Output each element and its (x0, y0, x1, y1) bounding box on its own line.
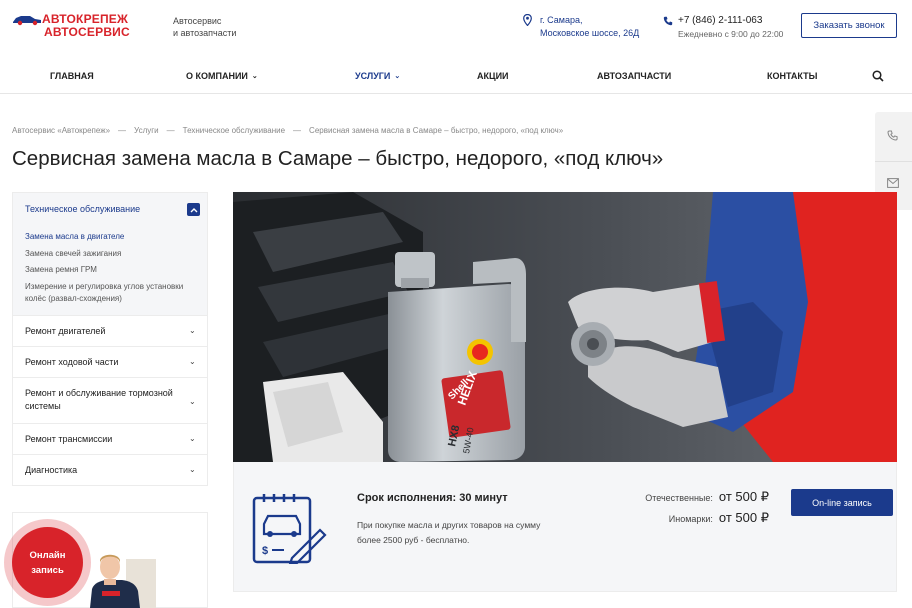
mechanic-oil-change-illustration: Shell HELIX HX8 5W-40 (233, 192, 897, 462)
breadcrumb-separator: — (293, 126, 302, 135)
working-hours: Ежедневно с 9:00 до 22:00 (678, 29, 784, 39)
nav-item-services[interactable]: УСЛУГИ ⌄ (355, 71, 400, 81)
page-title: Сервисная замена масла в Самаре – быстро… (12, 147, 664, 170)
callback-button[interactable]: Заказать звонок (801, 13, 897, 38)
divider (875, 161, 912, 162)
online-booking-button[interactable]: On-line запись (791, 489, 893, 516)
consultant-photo (90, 554, 156, 608)
sidebar-item-label: Ремонт трансмиссии (25, 433, 113, 444)
logo-line-2: АВТОСЕРВИС (44, 25, 130, 39)
main-nav: ГЛАВНАЯ О КОМПАНИИ ⌄ УСЛУГИ ⌄ АКЦИИ АВТОЗА… (0, 60, 912, 94)
nav-item-contacts[interactable]: КОНТАКТЫ (767, 71, 817, 81)
phone-icon (663, 16, 673, 26)
price-label: Иномарки: (668, 514, 713, 524)
mail-icon[interactable] (887, 178, 899, 188)
online-booking-badge[interactable]: Онлайн запись (4, 519, 91, 606)
breadcrumb-current: Сервисная замена масла в Самаре – быстро… (309, 126, 564, 135)
sidebar-item-brake-service[interactable]: Ремонт и обслуживание тормозной системы … (12, 377, 208, 424)
sidebar-item-diagnostics[interactable]: Диагностика ⌄ (12, 454, 208, 486)
tagline: Автосервис и автозапчасти (173, 15, 236, 39)
free-service-note: При покупке масла и других товаров на су… (357, 520, 541, 545)
sidebar-menu: Техническое обслуживание Замена масла в … (12, 192, 208, 486)
chevron-down-icon: ⌄ (189, 356, 196, 366)
collapse-toggle[interactable] (187, 203, 200, 216)
sidebar-section-label: Техническое обслуживание (25, 204, 141, 214)
tagline-line-1: Автосервис (173, 16, 222, 26)
search-icon[interactable] (872, 70, 884, 82)
sidebar-submenu: Замена масла в двигателе Замена свечей з… (12, 225, 208, 316)
phone-call-icon[interactable] (887, 130, 899, 142)
chevron-down-icon: ⌄ (251, 73, 258, 80)
nav-item-label: О КОМПАНИИ (186, 71, 248, 81)
chevron-up-icon (190, 207, 197, 212)
chevron-down-icon: ⌄ (394, 73, 401, 80)
price-value: от 500 ₽ (718, 510, 769, 525)
logo[interactable]: АВТОКРЕПЕЖ АВТОСЕРВИС (12, 12, 130, 40)
address[interactable]: г. Самара, Московское шоссе, 26Д (523, 14, 640, 40)
address-line-2: Московское шоссе, 26Д (540, 28, 640, 38)
sidebar-item-label: Ремонт и обслуживание тормозной системы (25, 388, 173, 411)
chevron-down-icon: ⌄ (189, 464, 196, 474)
breadcrumb-item[interactable]: Автосервис «Автокрепеж» (12, 126, 110, 135)
sidebar-item-engine-repair[interactable]: Ремонт двигателей ⌄ (12, 315, 208, 347)
service-info-panel: $ Срок исполнения: 30 минут При покупке … (233, 462, 897, 592)
hero-image: Shell HELIX HX8 5W-40 (233, 192, 897, 462)
nav-item-parts[interactable]: АВТОЗАПЧАСТИ (597, 71, 671, 81)
chevron-down-icon: ⌄ (189, 433, 196, 443)
submenu-item-oil-change[interactable]: Замена масла в двигателе (25, 231, 195, 243)
breadcrumb-separator: — (118, 126, 127, 135)
breadcrumb: Автосервис «Автокрепеж» — Услуги — Техническ… (12, 126, 563, 135)
sidebar-item-label: Ремонт ходовой части (25, 356, 119, 367)
nav-item-label: УСЛУГИ (355, 71, 391, 81)
submenu-item-wheel-alignment[interactable]: Измерение и регулировка углов установки … (25, 281, 195, 305)
chevron-down-icon: ⌄ (189, 325, 196, 335)
dollar-sign-glyph: $ (262, 545, 268, 557)
submenu-item-spark-plugs[interactable]: Замена свечей зажигания (25, 248, 195, 260)
breadcrumb-separator: — (166, 126, 175, 135)
breadcrumb-item[interactable]: Техническое обслуживание (183, 126, 285, 135)
car-logo-icon (13, 16, 41, 26)
logo-line-1: АВТОКРЕПЕЖ (42, 12, 129, 26)
online-booking-circle: Онлайн запись (12, 527, 83, 598)
sidebar-item-suspension-repair[interactable]: Ремонт ходовой части ⌄ (12, 346, 208, 378)
nav-item-label: АКЦИИ (477, 71, 509, 81)
price-label: Отечественные: (645, 493, 713, 503)
chevron-down-icon: ⌄ (189, 397, 196, 406)
online-booking-line-1: Онлайн (29, 549, 66, 561)
nav-item-label: АВТОЗАПЧАСТИ (597, 71, 672, 81)
sidebar-item-label: Ремонт двигателей (25, 325, 106, 336)
phone-block[interactable]: +7 (846) 2-111-063 Ежедневно с 9:00 до 2… (663, 15, 783, 39)
nav-item-promos[interactable]: АКЦИИ (477, 71, 509, 81)
nav-item-label: КОНТАКТЫ (767, 71, 818, 81)
location-pin-icon (523, 14, 532, 26)
online-booking-line-2: запись (31, 564, 64, 576)
nav-item-home[interactable]: ГЛАВНАЯ (50, 71, 94, 81)
sidebar-item-transmission-repair[interactable]: Ремонт трансмиссии ⌄ (12, 423, 208, 455)
price-value: от 500 ₽ (718, 489, 769, 504)
tagline-line-2: и автозапчасти (173, 28, 237, 38)
sidebar-section-maintenance[interactable]: Техническое обслуживание (12, 192, 208, 225)
breadcrumb-item[interactable]: Услуги (134, 126, 159, 135)
nav-item-label: ГЛАВНАЯ (50, 71, 94, 81)
nav-item-about[interactable]: О КОМПАНИИ ⌄ (186, 71, 258, 81)
submenu-item-timing-belt[interactable]: Замена ремня ГРМ (25, 264, 195, 276)
service-document-icon: $ (252, 494, 327, 564)
price-domestic: Отечественные: от 500 ₽ (616, 489, 769, 505)
sidebar-item-label: Диагностика (25, 464, 78, 475)
price-foreign: Иномарки: от 500 ₽ (616, 510, 769, 526)
completion-time: Срок исполнения: 30 минут (357, 492, 508, 504)
address-line-1: г. Самара, (540, 15, 583, 25)
phone-number[interactable]: +7 (846) 2-111-063 (678, 15, 783, 26)
